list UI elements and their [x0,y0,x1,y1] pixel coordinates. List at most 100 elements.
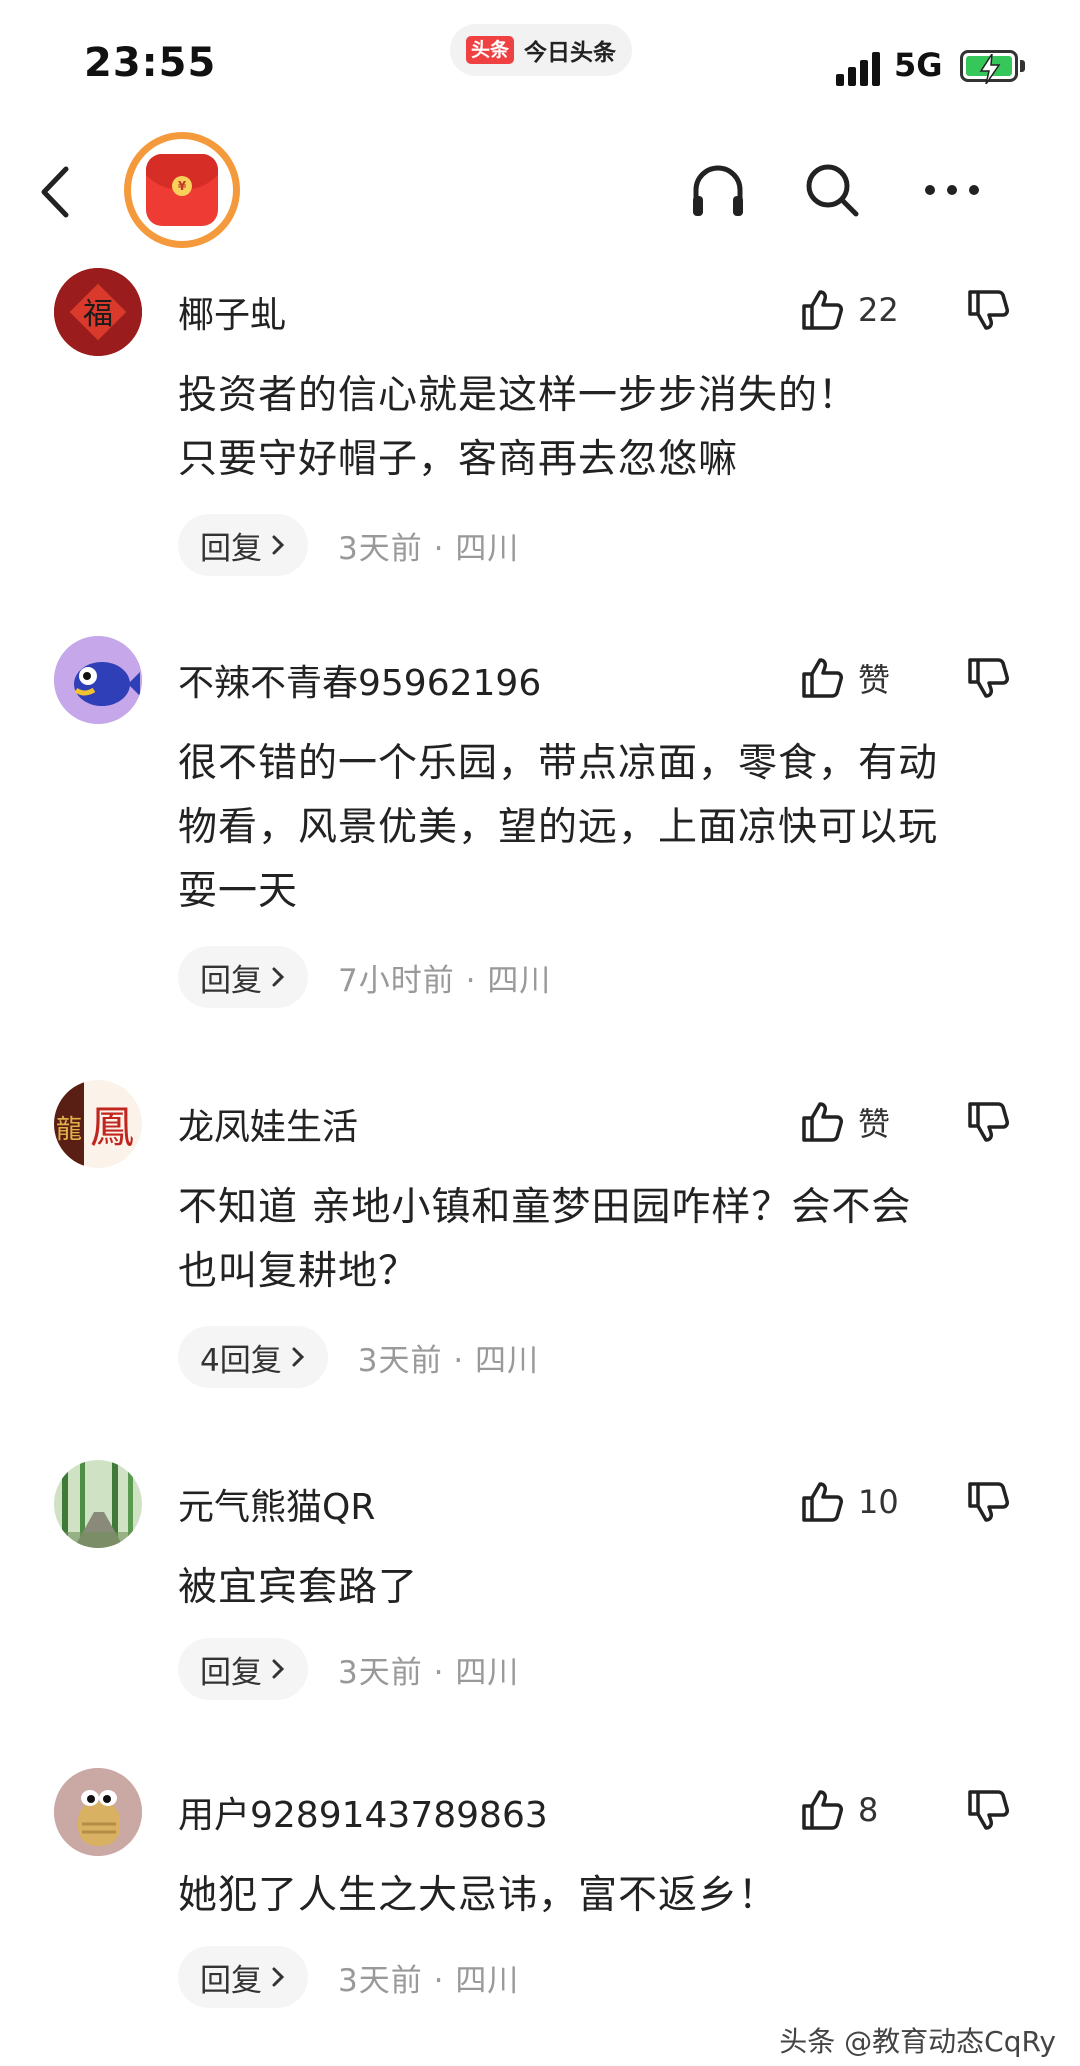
status-time: 23:55 [84,40,217,86]
comment-item: 龍 鳳 龙凤娃生活 赞 不知道 亲地小镇和童梦田园咋样？会不会 也叫复耕地？ 4… [0,1080,1080,1420]
reply-button[interactable]: 回复 [178,1946,308,2008]
cartoon-creature-avatar-icon [54,1768,142,1856]
svg-text:龍: 龍 [56,1115,82,1145]
reply-label: 4回复 [200,1342,282,1379]
reply-button[interactable]: 回复 [178,946,308,1008]
like-count: 赞 [858,661,891,699]
listen-button[interactable] [686,158,750,222]
comment-time: 3天前 [357,1342,443,1379]
dislike-button[interactable] [958,648,1018,708]
comment-location: 四川 [455,1962,520,1999]
comment-time: 3天前 [338,1962,423,1999]
comment-line: 也叫复耕地？ [178,1249,419,1294]
comment-footer: 回复 7小时前 · 四川 [178,946,551,1008]
username[interactable]: 用户9289143789863 [178,1786,548,1838]
app-logo: 头条 [466,36,515,64]
watermark: 头条 @教育动态CqRy [779,2025,1056,2058]
avatar[interactable] [54,636,142,724]
username[interactable]: 龙凤娃生活 [178,1098,358,1150]
fu-character-avatar-icon: 福 [54,268,142,356]
comment-item: 元气熊猫QR 10 被宜宾套路了 回复 3天前 · 四川 [0,1460,1080,1740]
battery-cap [1020,60,1025,72]
reply-button[interactable]: 回复 [178,1638,308,1700]
coin-icon: ¥ [172,176,192,196]
username[interactable]: 不辣不青春95962196 [178,654,541,706]
comment-line: 很不错的一个乐园，带点凉面，零食，有动 [178,741,939,786]
avatar[interactable] [54,1768,142,1856]
thumbs-down-icon [968,658,1009,698]
red-packet-icon: ¥ [146,154,218,226]
meta-separator: · [453,1342,465,1379]
dragon-phoenix-avatar-icon: 龍 鳳 [54,1080,142,1168]
like-button[interactable]: 10 [800,1472,899,1532]
fish-avatar-icon [54,636,142,724]
thumbs-down-icon [968,1790,1009,1830]
thumbs-down-icon [968,1102,1009,1142]
avatar[interactable]: 龍 鳳 [54,1080,142,1168]
search-icon [806,164,859,217]
reply-label: 回复 [200,1654,262,1691]
status-bar: 23:55 头条 今日头条 5G [0,0,1080,140]
app-name: 今日头条 [524,40,617,66]
back-button[interactable] [30,160,80,224]
thumbs-down-icon [968,290,1009,330]
like-button[interactable]: 22 [800,280,899,340]
meta-separator: · [433,1654,445,1691]
reply-label: 回复 [200,962,262,999]
reply-button[interactable]: 4回复 [178,1326,328,1388]
svg-text:鳳: 鳳 [90,1102,134,1153]
comment-meta: 3天前 · 四川 [338,1647,519,1692]
reply-label: 回复 [200,530,262,567]
search-button[interactable] [800,158,864,222]
more-icon [925,185,979,195]
svg-text:福: 福 [83,297,113,332]
avatar[interactable] [54,1460,142,1548]
like-button[interactable]: 赞 [800,648,890,708]
like-count: 8 [858,1791,879,1829]
thumbs-up-icon [802,658,843,698]
like-count: 22 [858,291,899,329]
avatar[interactable]: 福 [54,268,142,356]
dislike-button[interactable] [958,280,1018,340]
like-button[interactable]: 赞 [800,1092,890,1152]
comment-line: 不知道 亲地小镇和童梦田园咋样？会不会 [178,1185,912,1230]
dislike-button[interactable] [958,1780,1018,1840]
comment-text: 不知道 亲地小镇和童梦田园咋样？会不会 也叫复耕地？ [178,1176,1038,1304]
meta-separator: · [465,962,477,999]
like-button[interactable]: 8 [800,1780,878,1840]
thumbs-up-icon [802,1790,843,1830]
comment-text: 很不错的一个乐园，带点凉面，零食，有动 物看，风景优美，望的远，上面凉快可以玩 … [178,732,1038,924]
comment-time: 3天前 [338,1654,423,1691]
meta-separator: · [433,530,445,567]
thumbs-up-icon [802,1102,843,1142]
comment-item: 用户9289143789863 8 她犯了人生之大忌讳，富不返乡！ 回复 3天前… [0,1768,1080,2048]
comment-footer: 4回复 3天前 · 四川 [178,1326,539,1388]
dislike-button[interactable] [958,1092,1018,1152]
red-packet-button[interactable]: ¥ [124,132,240,248]
charging-bolt-icon [979,54,1001,84]
chevron-right-icon [272,1659,285,1679]
thumbs-down-icon [968,1482,1009,1522]
comment-meta: 3天前 · 四川 [338,523,519,568]
reply-label: 回复 [200,1962,262,1999]
username[interactable]: 元气熊猫QR [178,1478,375,1530]
comment-time: 3天前 [338,530,423,567]
more-button[interactable] [920,158,984,222]
comment-line: 只要守好帽子，客商再去忽悠嘛 [178,437,739,482]
like-count: 10 [858,1483,899,1521]
chevron-right-icon [272,535,285,555]
reply-button[interactable]: 回复 [178,514,308,576]
comment-page: 23:55 头条 今日头条 5G ¥ 福 椰子虬 22 投资者的信心就是这样一步… [0,0,1080,2066]
comment-meta: 7小时前 · 四川 [338,955,551,1000]
username[interactable]: 椰子虬 [178,286,286,338]
comment-meta: 3天前 · 四川 [338,1955,519,2000]
comment-footer: 回复 3天前 · 四川 [178,514,519,576]
chevron-right-icon [272,967,285,987]
chevron-right-icon [272,1967,285,1987]
comment-location: 四川 [455,530,520,567]
app-indicator-pill[interactable]: 头条 今日头条 [450,24,633,76]
comment-line: 耍一天 [178,869,299,914]
comment-item: 不辣不青春95962196 赞 很不错的一个乐园，带点凉面，零食，有动 物看，风… [0,636,1080,1036]
comment-text: 被宜宾套路了 [178,1556,1038,1620]
dislike-button[interactable] [958,1472,1018,1532]
